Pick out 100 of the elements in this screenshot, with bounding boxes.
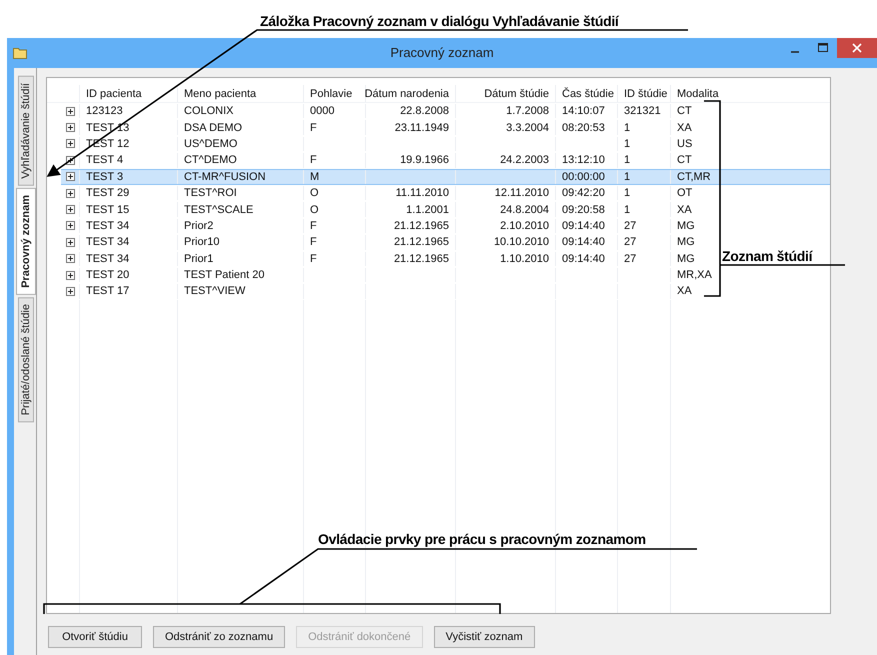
table-row[interactable]: TEST 4 CT^DEMO F 19.9.1966 24.2.2003 13:12:10 1 CT [61, 152, 830, 169]
table-cell: 2.10.2010 [500, 220, 549, 232]
expand-icon[interactable] [66, 123, 75, 132]
expand-icon[interactable] [66, 188, 75, 198]
table-cell: TEST^VIEW [184, 285, 246, 298]
expand-icon[interactable] [66, 286, 75, 296]
table-cell: CT^DEMO [184, 154, 237, 166]
close-button[interactable] [837, 38, 877, 58]
column-header[interactable]: ID pacienta [79, 85, 177, 102]
table-cell: TEST^ROI [184, 187, 237, 200]
column-header[interactable]: Čas štúdie [555, 85, 617, 102]
folder-icon [13, 47, 27, 59]
table-cell: XA [677, 204, 692, 216]
table-cell: O [310, 187, 319, 200]
table-cell: 21.12.1965 [394, 252, 449, 265]
table-row[interactable]: TEST 17 TEST^VIEW XA [61, 283, 830, 300]
action-button[interactable]: Otvoriť štúdiu [48, 626, 142, 648]
table-cell: TEST 4 [86, 154, 124, 166]
table-cell: 24.8.2004 [500, 204, 549, 216]
expand-icon[interactable] [66, 238, 75, 247]
table-row[interactable]: TEST 13 DSA DEMO F 23.11.1949 3.3.2004 08:20:53 1 XA [61, 119, 830, 136]
table-cell: M [310, 170, 320, 183]
table-cell: 3.3.2004 [506, 122, 549, 134]
annotation-label: Záložka Pracovný zoznam v dialógu Vyhľadávanie štúdií [260, 13, 619, 29]
table-cell: O [310, 204, 319, 216]
table-row[interactable]: TEST 15 TEST^SCALE O 1.1.2001 24.8.2004 09:20:58 1 XA [61, 201, 830, 218]
expand-icon[interactable] [66, 106, 75, 116]
table-row[interactable]: TEST 34 Prior10 F 21.12.1965 10.10.2010 09:14:40 27 MG [61, 234, 830, 251]
table-cell: 27 [624, 220, 636, 232]
table-cell: CT,MR [677, 170, 711, 183]
side-tab[interactable]: Vyhľadávanie štúdií [18, 76, 34, 186]
table-cell: 27 [624, 236, 636, 248]
table-cell: 1.1.2001 [406, 204, 449, 216]
window-title: Pracovný zoznam [390, 45, 494, 60]
expand-icon[interactable] [66, 270, 75, 280]
table-cell: 1 [624, 138, 630, 150]
column-header[interactable]: Modalita [670, 85, 721, 102]
close-icon [852, 43, 862, 53]
table-cell: 00:00:00 [562, 170, 605, 183]
table-cell: COLONIX [184, 105, 234, 118]
table-cell: 1.7.2008 [506, 105, 549, 118]
table-cell: F [310, 220, 317, 232]
side-tab[interactable]: Pracovný zoznam [16, 188, 36, 295]
table-cell: Prior10 [184, 236, 220, 248]
table-cell: CT-MR^FUSION [184, 170, 266, 183]
table-cell: 09:14:40 [562, 236, 605, 248]
table-cell: XA [677, 285, 692, 298]
table-cell: TEST 3 [86, 170, 124, 183]
expand-icon[interactable] [66, 139, 75, 148]
table-cell: US [677, 138, 692, 150]
table-cell: 321321 [624, 105, 661, 118]
annotation-label: Ovládacie prvky pre prácu s pracovným zoznamom [318, 531, 646, 547]
table-cell: F [310, 122, 317, 134]
table-cell: 22.8.2008 [400, 105, 449, 118]
column-header[interactable]: ID štúdie [617, 85, 670, 102]
expand-icon[interactable] [66, 172, 75, 182]
table-cell: 1.10.2010 [500, 252, 549, 265]
column-header[interactable]: Dátum štúdie [455, 85, 555, 102]
table-row[interactable]: TEST 20 TEST Patient 20 MR,XA [61, 266, 830, 284]
table-cell: MG [677, 220, 695, 232]
table-cell: Prior1 [184, 252, 214, 265]
table-cell: CT [677, 105, 692, 118]
minimize-icon [791, 50, 799, 52]
table-cell: 23.11.1949 [394, 122, 449, 134]
table-row[interactable]: 123123 COLONIX 0000 22.8.2008 1.7.2008 14:10:07 321321 CT [61, 103, 830, 120]
action-button[interactable]: Odstrániť zo zoznamu [153, 626, 286, 648]
table-row[interactable]: TEST 3 CT-MR^FUSION M 00:00:00 1 CT,MR [61, 168, 830, 185]
column-header[interactable]: Meno pacienta [177, 85, 303, 102]
table-cell: 123123 [86, 105, 123, 118]
table-cell: 1 [624, 187, 630, 200]
table-cell: TEST 34 [86, 236, 130, 248]
table-cell: 21.12.1965 [394, 236, 449, 248]
table-cell: 21.12.1965 [394, 220, 449, 232]
column-header[interactable]: Pohlavie [303, 85, 365, 102]
expand-icon[interactable] [66, 205, 75, 214]
column-header[interactable]: Dátum narodenia [365, 85, 455, 102]
expand-icon[interactable] [66, 254, 75, 264]
table-row[interactable]: TEST 34 Prior2 F 21.12.1965 2.10.2010 09:14:40 27 MG [61, 218, 830, 234]
table-cell: MR,XA [677, 269, 712, 282]
annotation-label: Zoznam štúdií [722, 248, 812, 264]
side-tab[interactable]: Prijaté/odoslané štúdie [18, 296, 34, 422]
table-cell: 1 [624, 204, 630, 216]
maximize-icon [818, 43, 828, 53]
table-cell: DSA DEMO [184, 122, 242, 134]
table-cell: US^DEMO [184, 138, 238, 150]
table-row[interactable]: TEST 29 TEST^ROI O 11.11.2010 12.11.2010 09:42:20 1 OT [61, 184, 830, 202]
table-cell: OT [677, 187, 692, 200]
table-cell: 27 [624, 252, 636, 265]
expand-icon[interactable] [66, 221, 75, 230]
table-cell: 09:42:20 [562, 187, 605, 200]
table-cell: MG [677, 236, 695, 248]
table-cell: 0000 [310, 105, 334, 118]
table-cell: 1 [624, 122, 630, 134]
table-cell: 10.10.2010 [494, 236, 549, 248]
table-cell: Prior2 [184, 220, 214, 232]
table-cell: TEST 29 [86, 187, 130, 200]
table-cell: 12.11.2010 [494, 187, 549, 200]
action-button[interactable]: Vyčistiť zoznam [434, 626, 535, 648]
table-cell: 19.9.1966 [400, 154, 449, 166]
table-cell: TEST 13 [86, 122, 130, 134]
